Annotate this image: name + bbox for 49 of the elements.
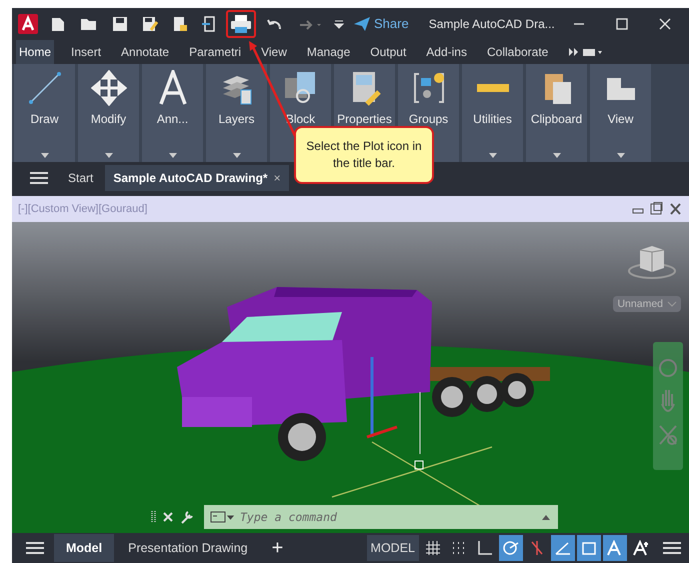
ribbon-tab[interactable]: Add-ins xyxy=(423,40,470,64)
file-tab[interactable]: Start xyxy=(60,164,102,191)
caret-icon[interactable] xyxy=(232,152,240,158)
caret-icon[interactable] xyxy=(552,152,560,158)
printer-icon[interactable] xyxy=(226,10,256,38)
command-line-bar[interactable]: Type a command xyxy=(204,505,558,530)
paper-plane-icon xyxy=(354,16,370,31)
caret-icon[interactable] xyxy=(104,152,112,158)
isodraft-toggle-icon[interactable] xyxy=(551,535,575,562)
ribbon-tab[interactable]: Insert xyxy=(68,40,104,64)
ribbon-panel-button[interactable]: Layers xyxy=(206,64,267,162)
ribbon-panel-button[interactable]: Clipboard xyxy=(526,64,587,162)
viewport-controls-icon[interactable] xyxy=(631,202,683,216)
ribbon-tab[interactable]: Collaborate xyxy=(484,40,552,64)
caret-icon[interactable] xyxy=(488,152,496,158)
ribbon-panel-button[interactable]: Draw xyxy=(14,64,75,162)
ribbon-panel-button[interactable]: Utilities xyxy=(462,64,523,162)
osnap-toggle-icon[interactable] xyxy=(577,535,601,562)
caret-icon[interactable] xyxy=(168,152,176,158)
ribbon-tab[interactable]: Annotate xyxy=(118,40,172,64)
share-button[interactable]: Share xyxy=(350,16,413,32)
window-title: Sample AutoCAD Dra... xyxy=(428,16,555,31)
model-space-button[interactable]: MODEL xyxy=(366,535,419,562)
caret-icon[interactable] xyxy=(616,152,624,158)
layout-tab[interactable]: Presentation Drawing xyxy=(116,534,260,562)
utilities-tool-icon xyxy=(474,84,510,92)
app-logo-icon[interactable] xyxy=(18,14,40,34)
polar-toggle-icon[interactable] xyxy=(499,535,523,562)
file-tab[interactable]: Sample AutoCAD Drawing* × xyxy=(105,164,289,191)
ribbon-tab[interactable]: Manage xyxy=(304,40,354,64)
add-layout-button[interactable]: + xyxy=(262,538,294,558)
modify-tool-icon xyxy=(90,70,126,106)
customize-menu-icon[interactable] xyxy=(334,18,344,29)
layout-tab[interactable]: Model xyxy=(54,534,114,562)
callout-tooltip: Select the Plot icon in the title bar. xyxy=(294,126,434,184)
caret-icon[interactable] xyxy=(40,152,48,158)
ribbon-tab[interactable]: Output xyxy=(367,40,410,64)
command-input-field[interactable]: Type a command xyxy=(238,509,538,526)
caret-icon[interactable] xyxy=(542,514,550,520)
ribbon-panel-button[interactable]: Modify xyxy=(78,64,139,162)
annovis-toggle-icon[interactable] xyxy=(603,535,627,562)
ribbon-tab[interactable]: Home xyxy=(16,40,54,64)
draw-tool-icon xyxy=(26,70,62,106)
command-prompt-icon[interactable] xyxy=(210,510,234,524)
ribbon-panel-button[interactable]: View xyxy=(590,64,651,162)
ribbon-panel-button[interactable]: Ann... xyxy=(142,64,203,162)
ribbon-tab[interactable]: View xyxy=(258,40,290,64)
ribbon-tab[interactable]: Parametri xyxy=(186,40,244,64)
viewcube-icon[interactable] xyxy=(627,244,677,280)
